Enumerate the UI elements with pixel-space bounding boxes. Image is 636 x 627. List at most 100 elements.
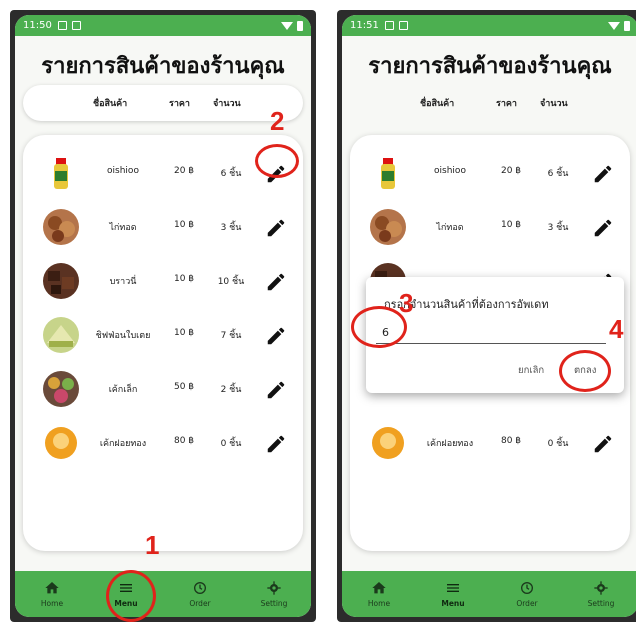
phone-left: 11:50 รายการสินค้าของร้านคุณ ชื่อสินค้า … (10, 10, 316, 622)
table-row: เค้กฝอยทอง 80 ฿ 0 ชิ้น (23, 415, 303, 471)
product-qty: 3 ชิ้น (547, 223, 569, 233)
pencil-icon[interactable] (265, 379, 287, 401)
product-name: ไก่ทอด (436, 223, 464, 233)
product-price: 20 ฿ (500, 166, 522, 176)
status-time: 11:51 (350, 20, 379, 31)
nav-label: Setting (587, 599, 615, 608)
product-qty: 7 ชิ้น (220, 331, 242, 341)
home-icon (45, 582, 59, 594)
nav-setting[interactable]: Setting (237, 571, 311, 617)
nav-label: Menu (441, 599, 465, 608)
product-qty: 6 ชิ้น (547, 169, 569, 179)
column-name: ชื่อสินค้า (93, 99, 128, 109)
nav-order[interactable]: Order (490, 571, 564, 617)
bottom-nav: Home Menu Order Setting (342, 571, 636, 617)
product-price: 80 ฿ (500, 436, 522, 446)
annotation-step-1: 1 (145, 530, 160, 560)
menu-icon (447, 584, 459, 592)
table-row: เค้กฝอยทอง 80 ฿ 0 ชิ้น (350, 415, 630, 471)
wifi-icon (281, 21, 293, 30)
product-price: 10 ฿ (173, 328, 195, 338)
product-price: 10 ฿ (173, 274, 195, 284)
drink-bottle-image (43, 155, 79, 191)
quantity-input[interactable]: 6 (376, 323, 606, 344)
product-price: 80 ฿ (173, 436, 195, 446)
brownie-image (43, 263, 79, 299)
product-name: ไก่ทอด (109, 223, 137, 233)
nav-menu[interactable]: Menu (416, 571, 490, 617)
fried-chicken-image (43, 209, 79, 245)
pencil-icon[interactable] (265, 433, 287, 455)
column-qty: จำนวน (213, 99, 241, 109)
pencil-icon[interactable] (265, 325, 287, 347)
product-qty: 0 ชิ้น (220, 439, 242, 449)
notification-icon (384, 21, 394, 30)
nav-home[interactable]: Home (15, 571, 89, 617)
annotation-circle-edit (255, 144, 299, 178)
table-row: ไก่ทอด 10 ฿ 3 ชิ้น (350, 199, 630, 255)
fried-chicken-image (370, 209, 406, 245)
nav-order[interactable]: Order (163, 571, 237, 617)
nav-label: Home (40, 599, 64, 608)
small-cake-image (43, 371, 79, 407)
product-price: 50 ฿ (173, 382, 195, 392)
annotation-step-4: 4 (609, 314, 624, 344)
product-price: 20 ฿ (173, 166, 195, 176)
bottom-nav: Home Menu Order Setting (15, 571, 311, 617)
pencil-icon[interactable] (592, 433, 614, 455)
nav-label: Setting (260, 599, 288, 608)
nav-label: Order (189, 599, 211, 608)
pencil-icon[interactable] (592, 217, 614, 239)
nav-label: Order (516, 599, 538, 608)
battery-icon (297, 20, 303, 31)
notification-icon (398, 21, 408, 30)
pencil-icon[interactable] (265, 217, 287, 239)
gear-icon (594, 581, 608, 595)
notification-icon (57, 21, 67, 30)
product-qty: 10 ชิ้น (217, 277, 245, 287)
history-icon (521, 582, 533, 594)
screen-left: 11:50 รายการสินค้าของร้านคุณ ชื่อสินค้า … (15, 15, 311, 617)
nav-home[interactable]: Home (342, 571, 416, 617)
home-icon (372, 582, 386, 594)
cancel-button[interactable]: ยกเลิก (518, 363, 544, 378)
pencil-icon[interactable] (592, 163, 614, 185)
table-row: oishioo 20 ฿ 6 ชิ้น (350, 145, 630, 201)
product-price: 10 ฿ (173, 220, 195, 230)
pandan-chiffon-image (43, 317, 79, 353)
column-price: ราคา (169, 99, 190, 109)
product-list: oishioo 20 ฿ 6 ชิ้น ไก่ทอด 10 ฿ 3 ชิ้น (23, 135, 303, 551)
product-qty: 6 ชิ้น (220, 169, 242, 179)
annotation-circle-menu (106, 570, 156, 622)
product-name: เค้กฝอยทอง (426, 439, 474, 449)
foi-thong-cake-image (43, 425, 79, 461)
notification-icon (71, 21, 81, 30)
history-icon (194, 582, 206, 594)
product-name: oishioo (434, 166, 466, 176)
wifi-icon (608, 21, 620, 30)
page-title: รายการสินค้าของร้านคุณ (368, 53, 612, 78)
table-row: เค้กเล็ก 50 ฿ 2 ชิ้น (23, 361, 303, 417)
foi-thong-cake-image (370, 425, 406, 461)
drink-bottle-image (370, 155, 406, 191)
product-name: เค้กฝอยทอง (99, 439, 147, 449)
product-qty: 3 ชิ้น (220, 223, 242, 233)
nav-label: Home (367, 599, 391, 608)
nav-setting[interactable]: Setting (564, 571, 636, 617)
annotation-circle-input (351, 306, 407, 348)
pencil-icon[interactable] (265, 271, 287, 293)
battery-icon (624, 20, 630, 31)
column-qty: จำนวน (540, 99, 568, 109)
table-row: บราวนี่ 10 ฿ 10 ชิ้น (23, 253, 303, 309)
status-right (608, 20, 630, 31)
annotation-circle-ok (559, 350, 611, 392)
phone-right: 11:51 รายการสินค้าของร้านคุณ ชื่อสินค้า … (337, 10, 636, 622)
product-name: เค้กเล็ก (108, 385, 138, 395)
product-price: 10 ฿ (500, 220, 522, 230)
product-name: oishioo (107, 166, 139, 176)
column-header: ชื่อสินค้า ราคา จำนวน (350, 85, 630, 121)
page-title: รายการสินค้าของร้านคุณ (41, 53, 285, 78)
column-name: ชื่อสินค้า (420, 99, 455, 109)
product-qty: 2 ชิ้น (220, 385, 242, 395)
product-name: ชิฟฟ่อนใบเตย (95, 331, 151, 341)
